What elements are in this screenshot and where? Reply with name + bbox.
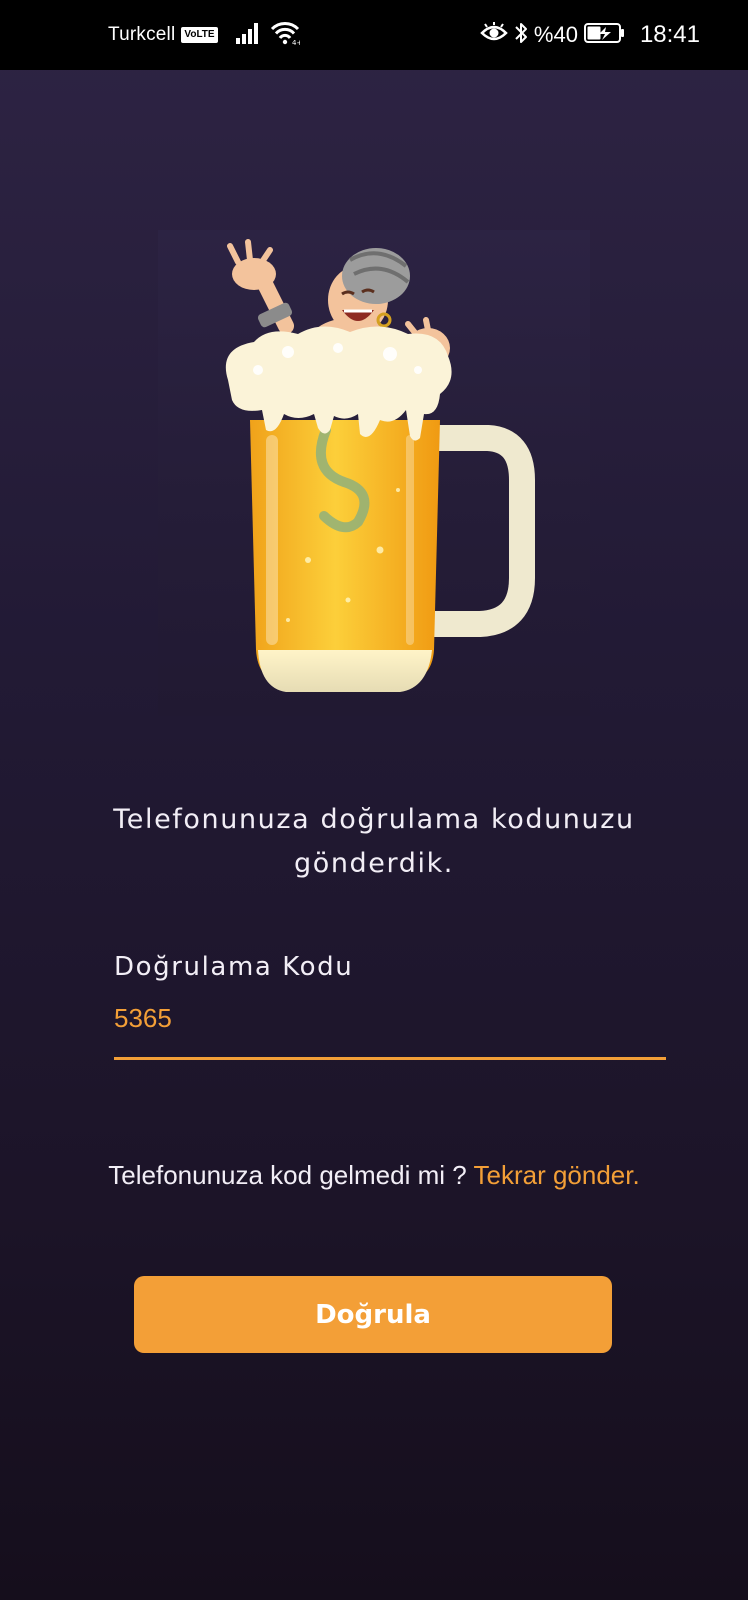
- resend-prompt: Telefonunuza kod gelmedi mi ?: [108, 1160, 474, 1190]
- status-bar: Turkcell VoLTE 4+ %40 18:41: [0, 0, 748, 70]
- signal-icon: [235, 22, 262, 48]
- verification-code-label: Doğrulama Kodu: [114, 952, 354, 982]
- eye-comfort-icon: [480, 22, 508, 48]
- verification-sent-message: Telefonunuza doğrulama kodunuzu gönderdi…: [113, 804, 635, 879]
- status-bar-left: Turkcell VoLTE 4+: [108, 0, 302, 70]
- carrier-name: Turkcell: [108, 24, 176, 45]
- battery-percent: %40: [533, 22, 578, 47]
- resend-row: Telefonunuza kod gelmedi mi ? Tekrar gön…: [0, 1160, 748, 1191]
- beer-mug-illustration: [158, 230, 590, 716]
- bluetooth-icon: [514, 21, 528, 49]
- wifi-icon: 4+: [270, 21, 302, 49]
- verify-button[interactable]: Doğrula: [134, 1276, 612, 1353]
- verification-code-input[interactable]: [114, 1000, 666, 1060]
- battery-charging-icon: [583, 22, 626, 48]
- resend-code-link[interactable]: Tekrar gönder.: [473, 1160, 639, 1190]
- clock: 18:41: [639, 21, 700, 48]
- svg-text:4+: 4+: [292, 39, 300, 45]
- volte-badge: VoLTE: [181, 27, 218, 43]
- status-bar-right: %40 18:41: [480, 0, 700, 70]
